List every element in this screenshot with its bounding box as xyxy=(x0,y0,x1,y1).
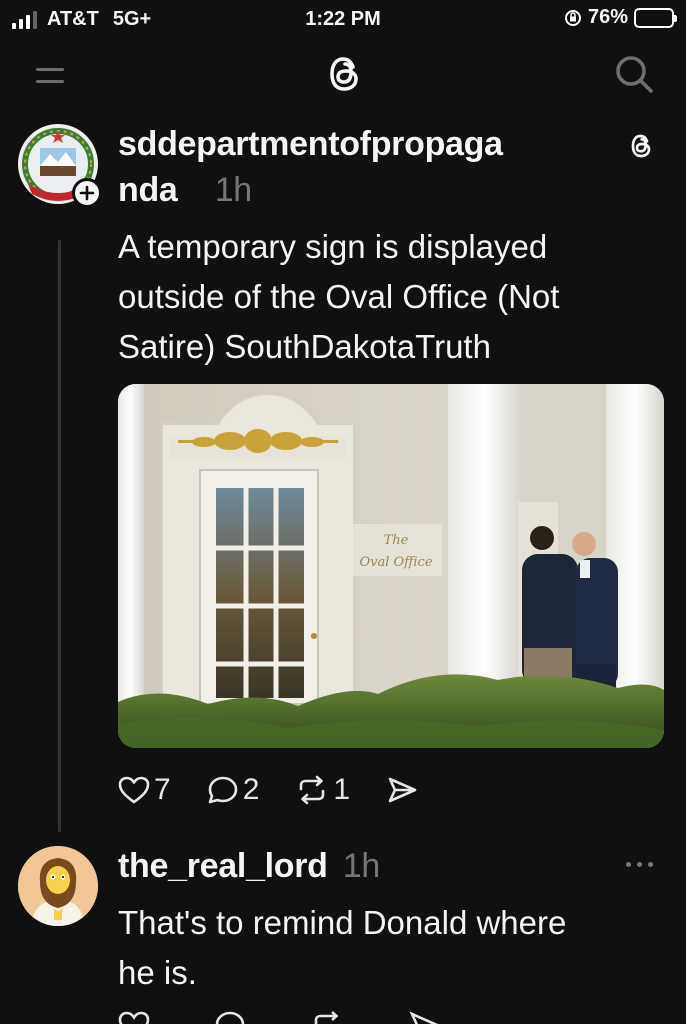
share-button[interactable] xyxy=(386,775,418,805)
heart-icon[interactable] xyxy=(118,1010,150,1024)
post-text-line: outside of the Oval Office (Not xyxy=(118,278,560,315)
reply-text-line: he is. xyxy=(118,954,197,991)
follow-plus-icon[interactable] xyxy=(72,178,102,208)
oval-office-photo: The Oval Office xyxy=(118,384,664,748)
reply-time: 1h xyxy=(342,847,381,885)
reply-username-row[interactable]: the_real_lord 1h xyxy=(118,844,380,888)
post-username-line1[interactable]: sddepartmentofpropaga xyxy=(118,125,503,163)
orientation-lock-icon xyxy=(564,9,581,26)
post-text-line: A temporary sign is displayed xyxy=(118,228,548,265)
threads-badge-icon xyxy=(631,134,651,158)
post-actions: 7 2 1 xyxy=(118,768,454,812)
reply-username[interactable]: the_real_lord xyxy=(118,847,328,885)
send-icon[interactable] xyxy=(408,1010,440,1024)
post-text: A temporary sign is displayed outside of… xyxy=(118,222,678,372)
like-button[interactable]: 7 xyxy=(118,773,171,807)
sign-line1: The xyxy=(384,533,409,548)
post-image[interactable]: The Oval Office xyxy=(118,384,664,748)
thread-line xyxy=(58,240,61,832)
repost-icon xyxy=(300,775,325,805)
reply-avatar[interactable] xyxy=(18,846,98,926)
top-nav xyxy=(0,40,686,110)
status-bar: AT&T 5G+ 1:22 PM 76% xyxy=(0,0,686,40)
like-count: 7 xyxy=(154,773,171,806)
battery-icon xyxy=(634,7,677,28)
battery-percent: 76% xyxy=(587,6,628,28)
repost-icon[interactable] xyxy=(310,1010,344,1024)
post-username[interactable]: sddepartmentofpropaga xyxy=(118,122,503,166)
post-time: 1h xyxy=(214,171,253,209)
post-username-line2[interactable]: nda xyxy=(118,171,178,209)
post-username-second-line[interactable]: nda 1h xyxy=(118,168,252,212)
send-icon xyxy=(388,777,417,803)
sign-line2: Oval Office xyxy=(359,555,432,570)
cartoon-portrait-icon xyxy=(18,846,98,926)
more-options-icon[interactable] xyxy=(626,858,656,870)
reply-text: That's to remind Donald where he is. xyxy=(118,898,678,998)
comment-icon[interactable] xyxy=(214,1010,246,1024)
menu-icon[interactable] xyxy=(30,56,70,92)
heart-icon xyxy=(118,776,150,804)
reply-button[interactable]: 2 xyxy=(207,773,260,807)
search-icon[interactable] xyxy=(612,52,656,96)
reply-actions xyxy=(118,1010,440,1024)
repost-button[interactable]: 1 xyxy=(295,773,350,807)
reply-text-line: That's to remind Donald where xyxy=(118,904,567,941)
threads-logo-icon[interactable] xyxy=(322,50,366,98)
comment-icon xyxy=(208,776,237,804)
post-text-line: Satire) SouthDakotaTruth xyxy=(118,328,491,365)
reply-count: 2 xyxy=(242,773,260,806)
plus-icon xyxy=(79,185,95,201)
status-bar-right: 76% xyxy=(564,6,677,29)
repost-count: 1 xyxy=(333,773,351,806)
